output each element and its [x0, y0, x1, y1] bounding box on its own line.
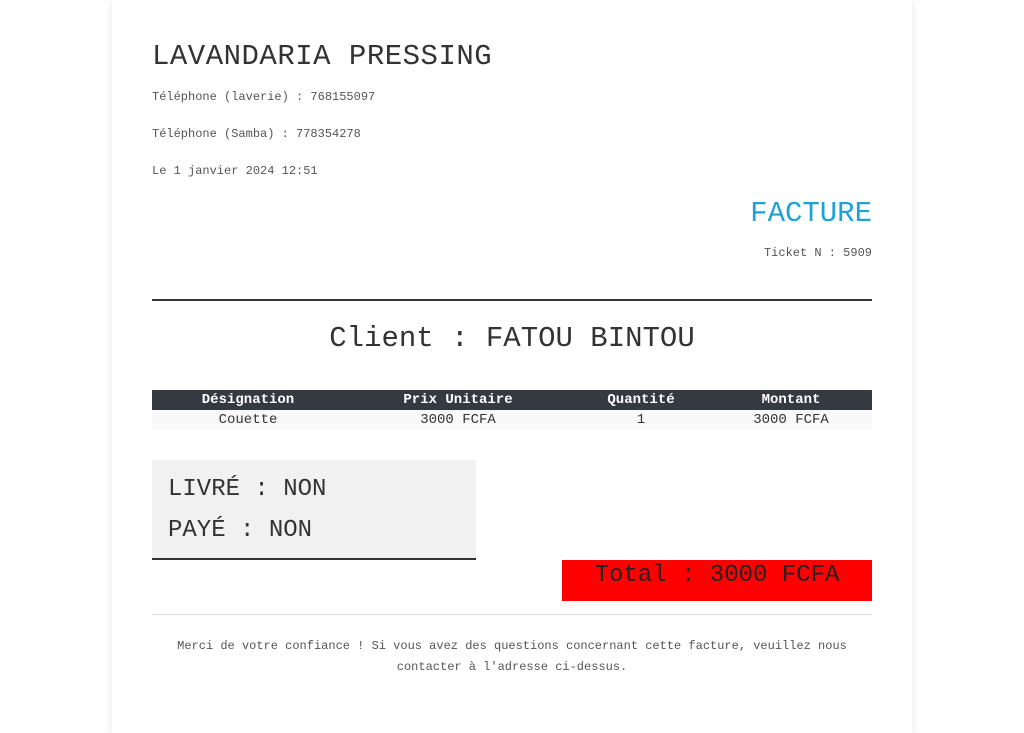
- footer-message: Merci de votre confiance ! Si vous avez …: [177, 639, 847, 674]
- company-name: LAVANDARIA PRESSING: [152, 40, 493, 73]
- invoice-page: LAVANDARIA PRESSING Téléphone (laverie) …: [112, 0, 912, 733]
- cell-amount: 3000 FCFA: [710, 410, 872, 430]
- column-header-designation: Désignation: [152, 390, 344, 410]
- invoice-content: LAVANDARIA PRESSING Téléphone (laverie) …: [152, 0, 872, 733]
- ticket-number: Ticket N : 5909: [763, 246, 872, 260]
- cell-designation: Couette: [152, 410, 344, 430]
- phone-samba: Téléphone (Samba) : 778354278: [152, 127, 361, 141]
- invoice-title: FACTURE: [750, 197, 872, 230]
- phone-laverie: Téléphone (laverie) : 768155097: [152, 90, 376, 104]
- cell-unit-price: 3000 FCFA: [344, 410, 572, 430]
- footer-divider: [152, 614, 872, 615]
- invoice-date: Le 1 janvier 2024 12:51: [152, 164, 318, 178]
- total-amount: Total : 3000 FCFA: [562, 560, 872, 601]
- paid-status: PAYÉ : NON: [168, 517, 313, 544]
- cell-quantity: 1: [572, 410, 710, 430]
- table-row: Couette 3000 FCFA 1 3000 FCFA: [152, 410, 872, 430]
- column-header-amount: Montant: [710, 390, 872, 410]
- items-table: Désignation Prix Unitaire Quantité Monta…: [152, 390, 872, 430]
- column-header-quantity: Quantité: [572, 390, 710, 410]
- header-divider: [152, 299, 872, 301]
- delivered-status: LIVRÉ : NON: [168, 476, 327, 503]
- column-header-unit-price: Prix Unitaire: [344, 390, 572, 410]
- table-header-row: Désignation Prix Unitaire Quantité Monta…: [152, 390, 872, 410]
- client-name: Client : FATOU BINTOU: [329, 322, 695, 355]
- status-box: LIVRÉ : NON PAYÉ : NON: [152, 460, 476, 560]
